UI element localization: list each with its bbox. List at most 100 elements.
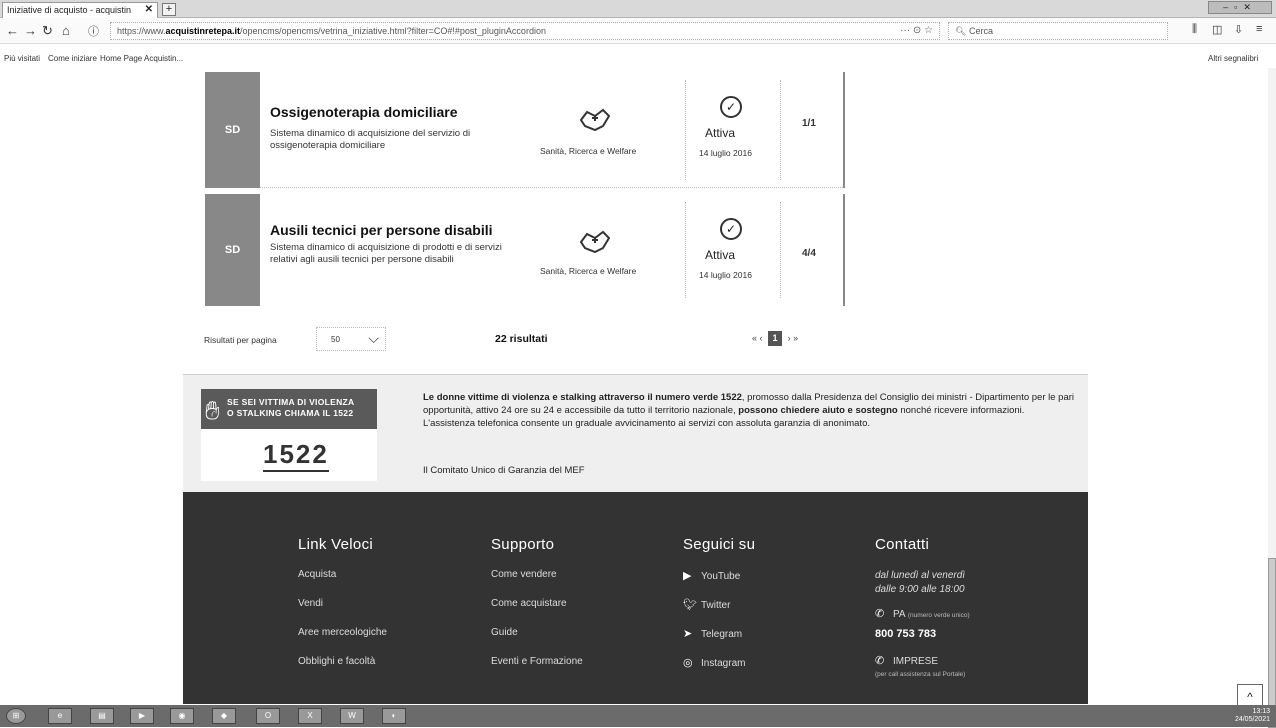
browser-tab-bar: Iniziative di acquisto - acquistin ✕ + –… [0,0,1276,18]
next-page-button[interactable]: › [788,333,791,343]
first-page-button[interactable]: « [752,333,757,343]
outlook-icon[interactable]: O [256,708,280,724]
ie-icon[interactable]: e [48,708,72,724]
prev-page-button[interactable]: ‹ [760,333,763,343]
banner-signature: Il Comitato Unico di Garanzia del MEF [423,465,585,476]
page-navigation: « ‹ 1 › » [752,331,798,346]
listing-card[interactable]: SD Ossigenoterapia domiciliare Sistema d… [205,72,845,188]
file-explorer-icon[interactable]: ▤ [90,708,114,724]
other-bookmarks[interactable]: Altri segnalibri [1208,54,1258,63]
browser-nav-bar: ← → ↻ ⌂ ⓘ https://www.acquistinretepa.it… [0,18,1276,44]
listing-title[interactable]: Ausili tecnici per persone disabili [270,222,493,238]
pagination-bar: Risultati per pagina 50 ⌵ 22 risultati «… [204,325,844,355]
menu-icon[interactable]: ≡ [1256,23,1262,35]
footer-heading: Link Veloci [298,536,374,553]
url-actions[interactable]: ··· ⊙ ☆ [900,25,933,36]
contact-hours: dal lunedì al venerdì dalle 9:00 alle 18… [875,569,970,597]
logo-line1: SE SEI VITTIMA DI VIOLENZA [227,397,355,407]
divider [780,80,781,180]
listing-card[interactable]: SD Ausili tecnici per persone disabili S… [205,194,845,306]
back-icon[interactable]: ← [6,23,19,38]
listing-category: Sanità, Ricerca e Welfare [540,266,637,276]
listing-category: Sanità, Ricerca e Welfare [540,146,637,156]
close-tab-icon[interactable]: ✕ [145,4,153,15]
footer-col-supporto: Supporto Come vendere Come acquistare Gu… [491,536,583,685]
url-bar[interactable]: https://www.acquistinretepa.it/opencms/o… [110,22,940,40]
footer-link-acquista[interactable]: Acquista [298,569,387,582]
bookmark-getting-started[interactable]: Come iniziare [48,54,97,63]
contact-pa: ✆ PA (numero verde unico) [875,607,970,620]
footer-link-aree[interactable]: Aree merceologiche [298,627,387,640]
forward-icon[interactable]: → [24,23,37,38]
check-circle-icon: ✓ [720,96,742,118]
app-icon[interactable]: ◆ [212,708,236,724]
phone-icon: ✆ [875,608,885,620]
browser-search-input[interactable]: 🔍︎ Cerca [948,22,1168,40]
last-page-button[interactable]: » [793,333,798,343]
footer-link-come-acquistare[interactable]: Come acquistare [491,598,583,611]
current-page-button[interactable]: 1 [768,331,783,346]
firefox-icon[interactable]: ◐ [382,708,406,724]
library-icon[interactable]: ⫼ [1192,23,1197,36]
footer-col-link-veloci: Link Veloci Acquista Vendi Aree merceolo… [298,536,387,685]
healthcare-hands-icon [579,108,611,132]
listing-description: Sistema dinamico di acquisizione del ser… [270,128,471,151]
scrollbar-thumb[interactable] [1268,558,1276,728]
footer-link-guide[interactable]: Guide [491,627,583,640]
contact-imprese: ✆ IMPRESE [875,654,970,667]
footer-link-obblighi[interactable]: Obblighi e facoltà [298,656,387,669]
footer-link-instagram[interactable]: ◎ Instagram [683,656,755,669]
banner-text: Le donne vittime di violenza e stalking … [423,391,1075,430]
footer-link-vendi[interactable]: Vendi [298,598,387,611]
footer-link-come-vendere[interactable]: Come vendere [491,569,583,582]
footer-col-seguici: Seguici su ▶ YouTube 🐦︎ Twitter ➤ Telegram … [683,536,755,685]
imprese-label: IMPRESE [893,656,939,667]
start-button[interactable]: ⊞ [6,708,26,724]
download-icon[interactable]: ⇩ [1234,23,1243,36]
footer-link-eventi[interactable]: Eventi e Formazione [491,656,583,669]
footer-heading: Supporto [491,536,555,553]
footer-link-twitter[interactable]: 🐦︎ Twitter [683,598,755,611]
word-icon[interactable]: W [340,708,364,724]
tray-date: 24/05/2021 [1234,716,1270,723]
home-icon[interactable]: ⌂ [62,23,70,38]
pa-label: PA [893,609,906,620]
sidebar-icon[interactable]: ◫ [1212,23,1222,36]
bookmark-most-visited[interactable]: Più visitati [4,54,40,63]
logo-line2: O STALKING CHIAMA IL 1522 [227,408,354,418]
social-label: Twitter [701,600,731,611]
divider [685,202,686,299]
footer-link-telegram[interactable]: ➤ Telegram [683,627,755,640]
chrome-icon[interactable]: ◉ [170,708,194,724]
listing-badge: SD [205,194,260,306]
window-controls[interactable]: –▫✕ [1208,1,1272,14]
divider [780,202,781,299]
results-count: 22 risultati [495,333,548,345]
pa-phone-number[interactable]: 800 753 783 [875,628,970,640]
site-footer: Link Veloci Acquista Vendi Aree merceolo… [183,492,1088,704]
telegram-icon: ➤ [683,628,693,640]
instagram-icon: ◎ [683,657,693,669]
reload-icon[interactable]: ↻ [42,23,53,39]
youtube-icon: ▶ [683,570,692,582]
logo-number: 1522 [263,439,329,472]
check-circle-icon: ✓ [720,218,742,240]
footer-link-youtube[interactable]: ▶ YouTube [683,569,755,582]
system-tray[interactable]: 13:13 24/05/2021 [1235,708,1270,724]
browser-tab[interactable]: Iniziative di acquisto - acquistin ✕ [2,2,158,18]
hours-line-2: dalle 9:00 alle 18:00 [875,584,965,595]
imprese-sub: (per call assistenza sul Portale) [875,671,966,678]
1522-logo[interactable]: SE SEI VITTIMA DI VIOLENZA O STALKING CH… [201,389,377,481]
listing-status: Attiva [705,248,736,262]
url-domain: acquistinretepa.it [165,26,241,36]
per-page-select[interactable]: 50 ⌵ [316,327,386,351]
page-scrollbar[interactable] [1268,68,1276,728]
tab-title: Iniziative di acquisto - acquistin [7,5,132,15]
url-prefix: https://www. [117,26,166,36]
media-player-icon[interactable]: ▶ [130,708,154,724]
bookmark-home-page[interactable]: Home Page Acquistin... [100,54,183,63]
excel-icon[interactable]: X [298,708,322,724]
new-tab-button[interactable]: + [162,3,176,16]
listing-title[interactable]: Ossigenoterapia domiciliare [270,104,458,120]
info-icon[interactable]: ⓘ [88,23,99,39]
